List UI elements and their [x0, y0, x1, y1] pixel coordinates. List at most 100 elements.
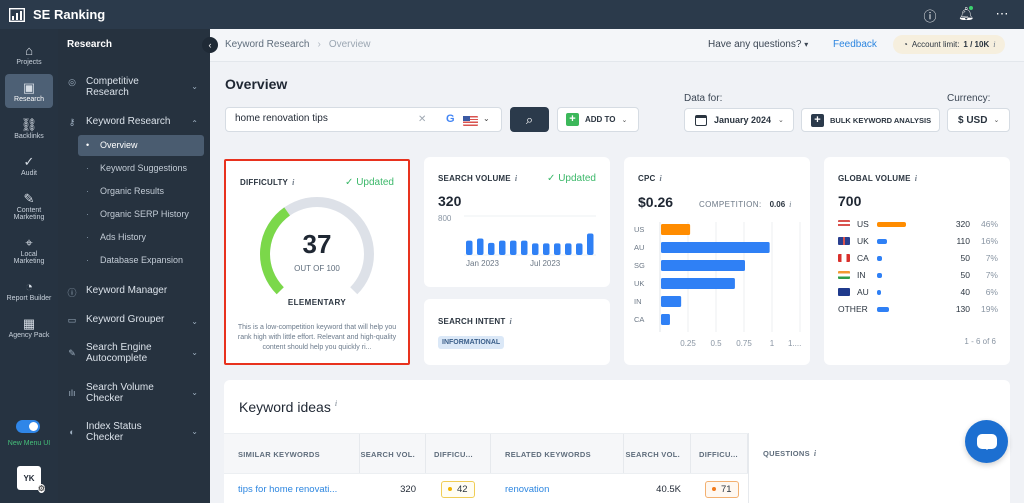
subnav-competitive-research[interactable]: ◎ Competitive Research ⌄ [58, 76, 210, 98]
sv-bar [466, 240, 473, 255]
country-row: US 320 46% [838, 218, 998, 232]
col-difficulty[interactable]: DIFFICU... [426, 434, 491, 474]
rail-item-research[interactable]: ▣ Research [5, 74, 53, 108]
country-row: CA 50 7% [838, 252, 998, 266]
app-logo[interactable]: SE Ranking [9, 7, 105, 22]
cpc-x-tick: 0.5 [710, 339, 722, 348]
country-share: 19% [980, 304, 998, 314]
info-icon[interactable]: i [789, 200, 792, 209]
subnav-item-keyword-suggestions[interactable]: Keyword Suggestions [78, 158, 204, 179]
rail-item-projects[interactable]: ⌂ Projects [5, 37, 53, 71]
rail-item-label: Research [14, 96, 44, 103]
info-icon[interactable]: i [660, 174, 662, 183]
search-input[interactable] [235, 113, 405, 124]
col-search-vol[interactable]: SEARCH VOL. [360, 434, 426, 474]
info-icon[interactable]: i [510, 317, 512, 326]
clear-icon[interactable]: ✕ [418, 114, 426, 125]
search-intent-title: SEARCH INTENT i [438, 317, 512, 326]
currency-select[interactable]: $ USD ⌄ [947, 108, 1010, 132]
subnav-autocomplete[interactable]: ✎ Search Engine Autocomplete ⌄ [58, 342, 210, 364]
info-icon[interactable]: i [515, 174, 517, 183]
main-content: Keyword Research › Overview Have any quest… [210, 29, 1024, 503]
col-difficulty[interactable]: DIFFICU... [691, 434, 748, 474]
subnav-item-database-expansion[interactable]: Database Expansion [78, 250, 204, 271]
subnav-item-overview[interactable]: Overview [78, 135, 204, 156]
search-intent-card: SEARCH INTENT i INFORMATIONAL [424, 299, 610, 365]
rail-item-backlinks[interactable]: ⛓ Backlinks [5, 111, 53, 145]
subnav-keyword-research[interactable]: ⚷ Keyword Research ⌃ [58, 116, 210, 128]
add-to-button[interactable]: + ADD TO ⌄ [557, 107, 639, 132]
cpc-title: CPC i [638, 174, 662, 183]
sv-bar [510, 240, 517, 255]
col-related-keywords[interactable]: RELATED KEYWORDS [491, 434, 624, 474]
breadcrumb-keyword-research[interactable]: Keyword Research [225, 39, 309, 50]
chevron-up-icon: ⌃ [191, 119, 198, 128]
chevron-down-icon: ⌄ [191, 317, 198, 326]
google-icon[interactable]: G [446, 113, 455, 125]
more-icon[interactable]: ⋯ [994, 6, 1010, 25]
updated-status: ✓ Updated [547, 173, 596, 184]
rail-item-local-marketing[interactable]: ⌖ Local Marketing [5, 229, 53, 270]
logo-icon [9, 7, 25, 22]
questions-dropdown[interactable]: Have any questions? ▾ [708, 39, 808, 50]
pen-icon: ✎ [68, 348, 76, 358]
account-limit-badge[interactable]: ◔ Account limit: 1 / 10K i [893, 35, 1006, 54]
new-menu-toggle[interactable] [16, 420, 40, 433]
chevron-down-icon: ⌄ [993, 117, 1000, 124]
search-volume-card: SEARCH VOLUME i ✓ Updated 320 800 Jan 202… [424, 157, 610, 287]
research-icon: ▣ [22, 80, 36, 95]
link-icon: ⛓ [20, 117, 38, 132]
rail-item-agency-pack[interactable]: ▦ Agency Pack [5, 310, 53, 344]
col-questions[interactable]: QUESTIONS i [763, 433, 816, 473]
subnav-item-ads-history[interactable]: Ads History [78, 227, 204, 248]
pagination-info: 1 - 6 of 6 [964, 337, 996, 346]
similar-keyword-link[interactable]: tips for home renovati... [238, 474, 337, 503]
competition-value: 0.06 [769, 200, 786, 209]
collapse-sidebar-button[interactable]: ‹ [202, 37, 218, 53]
rail-item-audit[interactable]: ✓ Audit [5, 148, 53, 182]
country-volume: 40 [960, 287, 970, 297]
feedback-link[interactable]: Feedback [833, 39, 877, 50]
cpc-bar-uk [661, 278, 735, 289]
date-select[interactable]: January 2024 ⌄ [684, 108, 794, 132]
global-volume-card: GLOBAL VOLUME i 700 US 320 46% UK 110 16% CA 50 7… [824, 157, 1010, 365]
country-row: IN 50 7% [838, 269, 998, 283]
chat-button[interactable] [965, 420, 1008, 463]
bulk-keyword-analysis-button[interactable]: + BULK KEYWORD ANALYSIS [801, 108, 940, 132]
sv-axis-max: 800 [438, 214, 452, 223]
currency-label: Currency: [947, 93, 991, 104]
gear-icon[interactable]: ⚙ [37, 484, 45, 493]
gauge-icon: ◔ [903, 40, 908, 49]
rail-item-content-marketing[interactable]: ✎ Content Marketing [5, 185, 53, 226]
chevron-down-icon: ⌄ [191, 388, 198, 397]
chevron-down-icon[interactable]: ⌄ [483, 114, 490, 123]
sv-bar [587, 233, 594, 255]
breadcrumb: Keyword Research › Overview [225, 39, 371, 50]
info-icon[interactable]: i [335, 399, 337, 408]
related-keyword-link[interactable]: renovation [505, 474, 549, 503]
subnav-index-checker[interactable]: ◐ Index Status Checker ⌄ [58, 421, 210, 443]
subnav-keyword-grouper[interactable]: ▭ Keyword Grouper ⌄ [58, 314, 210, 326]
breadcrumb-overview: Overview [328, 39, 371, 50]
search-button[interactable]: ⌕ [510, 107, 549, 132]
subnav-item-organic-results[interactable]: Organic Results [78, 181, 204, 202]
flag-au-icon [838, 288, 850, 296]
avatar[interactable]: YK ⚙ [17, 466, 45, 493]
col-search-vol[interactable]: SEARCH VOL. [624, 434, 691, 474]
rail-item-report-builder[interactable]: ◔ Report Builder [5, 273, 53, 307]
header-bar: Keyword Research › Overview Have any quest… [210, 29, 1024, 62]
sv-x-label: Jul 2023 [530, 259, 561, 268]
difficulty-description: This is a low-competition keyword that w… [237, 324, 397, 351]
global-volume-title: GLOBAL VOLUME i [838, 174, 918, 183]
info-icon[interactable]: i [915, 174, 917, 183]
subnav-keyword-manager[interactable]: ⓘ Keyword Manager [58, 285, 210, 299]
subnav-volume-checker[interactable]: ılı Search Volume Checker ⌄ [58, 382, 210, 404]
help-icon[interactable]: ⓘ [922, 6, 938, 25]
chevron-down-icon: ⌄ [191, 348, 198, 357]
us-flag-icon[interactable] [463, 116, 478, 126]
subnav-item-organic-serp-history[interactable]: Organic SERP History [78, 204, 204, 225]
rail-item-label: Backlinks [14, 133, 44, 140]
bell-icon[interactable]: 🔔︎ [958, 6, 975, 25]
col-similar-keywords[interactable]: SIMILAR KEYWORDS [224, 434, 360, 474]
info-icon[interactable]: i [292, 178, 294, 187]
